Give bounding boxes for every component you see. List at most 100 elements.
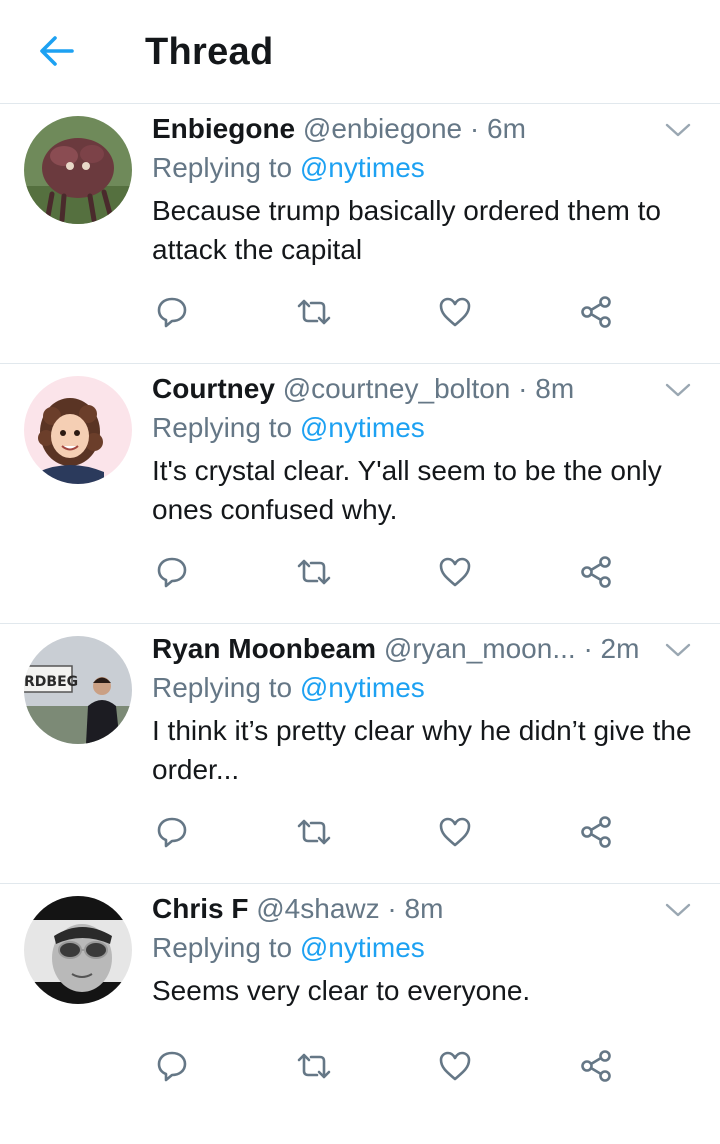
tweet-menu-button[interactable]: [664, 380, 692, 400]
display-name[interactable]: Chris F: [152, 893, 248, 924]
handle[interactable]: @enbiegone: [303, 113, 462, 144]
reply-icon: [157, 557, 187, 588]
chevron-down-icon: [665, 903, 691, 917]
tweet-actions: [150, 550, 650, 594]
share-button[interactable]: [574, 550, 618, 594]
replying-prefix: Replying to: [152, 672, 293, 703]
like-button[interactable]: [433, 550, 477, 594]
retweet-button[interactable]: [292, 290, 336, 334]
mention-link[interactable]: @nytimes: [300, 932, 425, 963]
share-icon: [581, 816, 611, 848]
timestamp[interactable]: 8m: [405, 893, 444, 924]
tweet-content: Courtney @courtney_bolton · 8m Replying …: [152, 370, 700, 529]
separator: ·: [518, 373, 528, 404]
tweet-content: Chris F @4shawz · 8m Replying to @nytime…: [152, 890, 700, 1010]
tweet-content: Ryan Moonbeam @ryan_moon... · 2m Replyin…: [152, 630, 700, 789]
reply-icon: [157, 1051, 187, 1082]
separator: ·: [583, 633, 593, 664]
replying-to-line: Replying to @nytimes: [152, 668, 700, 708]
tweet[interactable]: Courtney @courtney_bolton · 8m Replying …: [0, 364, 720, 624]
avatar-sign-text: RDBEG: [24, 674, 78, 690]
like-icon: [439, 557, 471, 587]
retweet-button[interactable]: [292, 810, 336, 854]
arrow-left-icon: [40, 36, 74, 66]
tweet[interactable]: Enbiegone @enbiegone · 6m Replying to @n…: [0, 104, 720, 364]
mention-link[interactable]: @nytimes: [300, 152, 425, 183]
creature-avatar: [24, 116, 132, 224]
share-icon: [581, 556, 611, 588]
retweet-icon: [297, 819, 331, 845]
avatar[interactable]: [24, 896, 132, 1004]
share-icon: [581, 296, 611, 328]
app-header: Thread: [0, 0, 720, 104]
tweet-text: I think it’s pretty clear why he didn’t …: [152, 715, 692, 785]
like-icon: [439, 297, 471, 327]
page-title: Thread: [145, 31, 274, 73]
like-button[interactable]: [433, 1044, 477, 1088]
like-button[interactable]: [433, 290, 477, 334]
tweet-content: Enbiegone @enbiegone · 6m Replying to @n…: [152, 110, 700, 269]
tweet-meta: Ryan Moonbeam @ryan_moon... · 2m: [152, 630, 700, 668]
mention-link[interactable]: @nytimes: [300, 412, 425, 443]
timestamp[interactable]: 8m: [535, 373, 574, 404]
reply-button[interactable]: [150, 1044, 194, 1088]
tweet-menu-button[interactable]: [664, 120, 692, 140]
reply-button[interactable]: [150, 550, 194, 594]
display-name[interactable]: Courtney: [152, 373, 275, 404]
retweet-icon: [297, 1053, 331, 1079]
chevron-down-icon: [665, 643, 691, 657]
tweet-text: Because trump basically ordered them to …: [152, 195, 661, 265]
display-name[interactable]: Ryan Moonbeam: [152, 633, 376, 664]
avatar[interactable]: [24, 116, 132, 224]
timestamp[interactable]: 6m: [487, 113, 526, 144]
cartoon-avatar: [24, 376, 132, 484]
like-icon: [439, 817, 471, 847]
display-name[interactable]: Enbiegone: [152, 113, 295, 144]
tweet-menu-button[interactable]: [664, 640, 692, 660]
separator: ·: [387, 893, 397, 924]
tweet[interactable]: RDBEG Ryan Moonbeam @ryan_moon... · 2m R…: [0, 624, 720, 884]
reply-icon: [157, 297, 187, 328]
reply-button[interactable]: [150, 810, 194, 854]
replying-to-line: Replying to @nytimes: [152, 148, 700, 188]
mention-link[interactable]: @nytimes: [300, 672, 425, 703]
reply-button[interactable]: [150, 290, 194, 334]
tweet-meta: Chris F @4shawz · 8m: [152, 890, 700, 928]
tweet-actions: [150, 290, 650, 334]
timestamp[interactable]: 2m: [601, 633, 640, 664]
avatar[interactable]: RDBEG: [24, 636, 132, 744]
replying-prefix: Replying to: [152, 932, 293, 963]
replying-prefix: Replying to: [152, 412, 293, 443]
replying-to-line: Replying to @nytimes: [152, 408, 700, 448]
chevron-down-icon: [665, 123, 691, 137]
replying-prefix: Replying to: [152, 152, 293, 183]
retweet-button[interactable]: [292, 1044, 336, 1088]
share-icon: [581, 1050, 611, 1082]
photo-avatar: RDBEG: [24, 636, 132, 744]
tweet-meta: Enbiegone @enbiegone · 6m: [152, 110, 700, 148]
tweet-meta: Courtney @courtney_bolton · 8m: [152, 370, 700, 408]
back-button[interactable]: [28, 26, 84, 76]
tweet-actions: [150, 1044, 650, 1088]
retweet-icon: [297, 299, 331, 325]
replying-to-line: Replying to @nytimes: [152, 928, 700, 968]
handle[interactable]: @4shawz: [256, 893, 379, 924]
chevron-down-icon: [665, 383, 691, 397]
separator: ·: [469, 113, 480, 144]
like-button[interactable]: [433, 810, 477, 854]
sunglasses-avatar: [24, 896, 132, 1004]
like-icon: [439, 1051, 471, 1081]
handle[interactable]: @courtney_bolton: [283, 373, 511, 404]
retweet-button[interactable]: [292, 550, 336, 594]
retweet-icon: [297, 559, 331, 585]
avatar[interactable]: [24, 376, 132, 484]
tweet-menu-button[interactable]: [664, 900, 692, 920]
share-button[interactable]: [574, 810, 618, 854]
share-button[interactable]: [574, 1044, 618, 1088]
share-button[interactable]: [574, 290, 618, 334]
handle[interactable]: @ryan_moon...: [384, 633, 576, 664]
tweet-text: Seems very clear to everyone.: [152, 975, 531, 1006]
thread-feed[interactable]: Enbiegone @enbiegone · 6m Replying to @n…: [0, 104, 720, 1144]
tweet-text: It's crystal clear. Y'all seem to be the…: [152, 455, 662, 525]
tweet[interactable]: Chris F @4shawz · 8m Replying to @nytime…: [0, 884, 720, 1144]
